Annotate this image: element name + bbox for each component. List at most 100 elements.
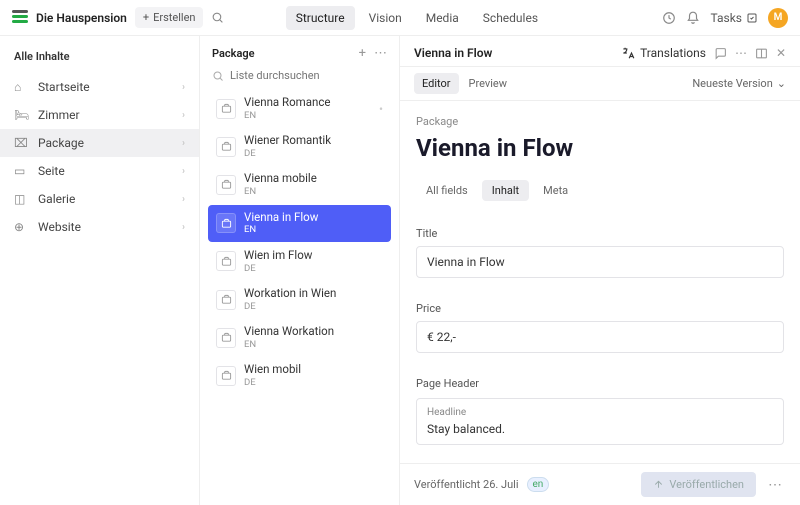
chevron-right-icon: › — [182, 110, 185, 121]
fieldtab-inhalt[interactable]: Inhalt — [482, 180, 529, 201]
list-title: Package — [212, 47, 351, 60]
publish-icon — [653, 479, 664, 490]
nav-icon: ⌂ — [14, 80, 28, 94]
translations-label: Translations — [640, 46, 706, 60]
avatar[interactable]: M — [768, 8, 788, 28]
doc-more-icon[interactable]: ⋯ — [735, 46, 747, 60]
nav-icon: ⊕ — [14, 220, 28, 234]
title-field[interactable] — [416, 246, 784, 278]
sidebar-item-seite[interactable]: ▭Seite› — [0, 157, 199, 185]
sidebar-item-galerie[interactable]: ◫ Galerie › — [0, 185, 199, 213]
sidebar-item-label: Package — [38, 136, 84, 150]
chevron-right-icon: › — [182, 166, 185, 177]
plus-icon: + — [143, 11, 149, 24]
chevron-right-icon: › — [182, 194, 185, 205]
fieldtab-all[interactable]: All fields — [416, 180, 478, 201]
item-name: Vienna in Flow — [244, 211, 318, 225]
split-icon[interactable] — [755, 47, 768, 60]
item-lang: DE — [244, 263, 312, 274]
list-item[interactable]: Vienna WorkationEN — [208, 319, 391, 356]
tab-editor[interactable]: Editor — [414, 73, 459, 94]
sidebar-item-package[interactable]: ⌧Package› — [0, 129, 199, 157]
nav-icon: ▭ — [14, 164, 28, 178]
tab-preview[interactable]: Preview — [461, 73, 515, 94]
nav-icon: 🛏 — [14, 108, 28, 122]
list-item[interactable]: Wiener RomantikDE — [208, 128, 391, 165]
list-search-input[interactable] — [230, 69, 387, 82]
package-icon — [216, 328, 236, 348]
tab-media[interactable]: Media — [416, 6, 469, 30]
add-icon[interactable]: + — [359, 46, 366, 61]
price-field[interactable] — [416, 321, 784, 353]
chevron-right-icon: › — [182, 82, 185, 93]
tab-schedules[interactable]: Schedules — [473, 6, 548, 30]
page-title: Vienna in Flow — [416, 134, 784, 162]
create-button[interactable]: + Erstellen — [135, 7, 204, 28]
item-lang: EN — [244, 224, 318, 235]
publish-label: Veröffentlichen — [669, 478, 744, 491]
sidebar-item-label: Zimmer — [38, 108, 80, 122]
price-label: Price — [416, 302, 784, 315]
sidebar-item-startseite[interactable]: ⌂ Startseite › — [0, 73, 199, 101]
pageheader-label: Page Header — [416, 377, 784, 390]
item-lang: DE — [244, 148, 331, 159]
list-item[interactable]: Wien mobilDE — [208, 357, 391, 394]
app-logo — [12, 10, 28, 26]
clock-icon[interactable] — [662, 11, 676, 25]
published-text: Veröffentlicht 26. Juli — [414, 478, 519, 491]
brand-name: Die Hauspension — [36, 11, 127, 25]
package-icon — [216, 137, 236, 157]
list-item[interactable]: Vienna in FlowEN — [208, 205, 391, 242]
version-label: Neueste Version — [692, 77, 772, 90]
chevron-right-icon: › — [182, 138, 185, 149]
type-crumb: Package — [416, 115, 784, 128]
item-lang: EN — [244, 186, 317, 197]
translations-button[interactable]: Translations — [621, 46, 706, 60]
item-lang: EN — [244, 339, 334, 350]
doc-breadcrumb: Vienna in Flow — [414, 46, 613, 60]
fieldtab-meta[interactable]: Meta — [533, 180, 578, 201]
title-label: Title — [416, 227, 784, 240]
chevron-down-icon: ⌄ — [777, 77, 786, 90]
sidebar-item-label: Website — [38, 220, 81, 234]
package-icon — [216, 99, 236, 119]
tab-structure[interactable]: Structure — [286, 6, 355, 30]
package-icon — [216, 175, 236, 195]
package-icon — [216, 366, 236, 386]
headline-field[interactable]: Headline Stay balanced. — [416, 398, 784, 445]
sidebar-item-website[interactable]: ⊕ Website › — [0, 213, 199, 241]
tasks-button[interactable]: Tasks — [710, 11, 758, 25]
item-lang: DE — [244, 301, 336, 312]
item-name: Wien mobil — [244, 363, 301, 377]
search-icon — [212, 70, 224, 82]
list-item[interactable]: Wien im FlowDE — [208, 243, 391, 280]
sidebar-item-label: Startseite — [38, 80, 90, 94]
search-icon[interactable] — [211, 11, 224, 24]
tab-vision[interactable]: Vision — [359, 6, 412, 30]
list-item[interactable]: Vienna RomanceEN• — [208, 90, 391, 127]
item-name: Wien im Flow — [244, 249, 312, 263]
comment-icon[interactable] — [714, 47, 727, 60]
publish-button[interactable]: Veröffentlichen — [641, 472, 756, 497]
headline-label: Headline — [427, 407, 773, 418]
package-icon — [216, 290, 236, 310]
list-item[interactable]: Workation in WienDE — [208, 281, 391, 318]
status-dot: • — [379, 102, 383, 116]
list-item[interactable]: Vienna mobileEN — [208, 166, 391, 203]
version-dropdown[interactable]: Neueste Version ⌄ — [692, 77, 786, 90]
create-label: Erstellen — [153, 11, 195, 24]
headline-value: Stay balanced. — [427, 422, 773, 436]
close-icon[interactable]: ✕ — [776, 46, 786, 60]
lang-chip[interactable]: en — [527, 477, 550, 492]
bell-icon[interactable] — [686, 11, 700, 25]
item-lang: DE — [244, 377, 301, 388]
sidebar-item-zimmer[interactable]: 🛏 Zimmer › — [0, 101, 199, 129]
item-name: Workation in Wien — [244, 287, 336, 301]
tasks-label: Tasks — [710, 11, 742, 25]
nav-icon: ◫ — [14, 192, 28, 206]
chevron-right-icon: › — [182, 222, 185, 233]
sidebar-item-label: Galerie — [38, 192, 75, 206]
footer-more-icon[interactable]: ⋯ — [764, 477, 786, 493]
list-more-icon[interactable]: ⋯ — [374, 46, 387, 61]
package-icon — [216, 251, 236, 271]
